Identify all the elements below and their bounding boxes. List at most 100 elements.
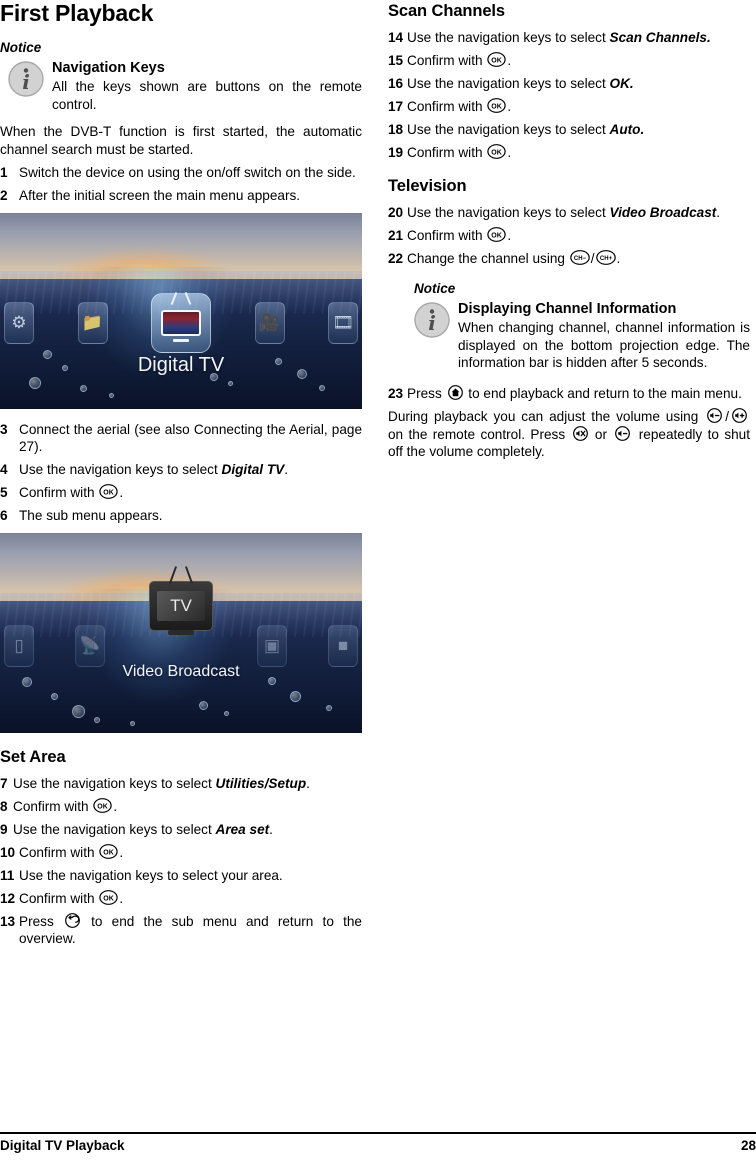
screenshot-caption: Digital TV [137, 353, 225, 376]
list-item: 1 Switch the device on using the on/off … [0, 164, 362, 182]
notice-label-right: Notice [414, 281, 456, 296]
list-item: 22 Change the channel using CH− / CH+. [388, 249, 750, 268]
list-item: 4 Use the navigation keys to select Digi… [0, 461, 362, 479]
step-text-tail: . [507, 145, 512, 160]
footer-page-number: 28 [740, 1138, 756, 1153]
svg-text:OK: OK [98, 803, 109, 810]
step-number: 2 [0, 188, 8, 203]
step-text: Change the channel using CH− / CH+. [407, 249, 750, 268]
ok-key-icon: OK [487, 144, 507, 159]
step-text-lead: Confirm with [407, 227, 487, 243]
step-text-tail: . [616, 250, 621, 266]
ok-key-icon: OK [487, 98, 507, 113]
page-footer: Digital TV Playback 28 [0, 1132, 756, 1153]
settings-icon[interactable]: ⚙ [4, 302, 34, 345]
step-text-lead: Confirm with [407, 53, 487, 68]
list-item: 21 Confirm with OK. [388, 226, 750, 245]
notice-label-left: Notice [0, 40, 42, 55]
digital-tv-icon[interactable] [151, 293, 211, 354]
step-keyword: Digital TV [221, 462, 285, 477]
step-text: Confirm with OK. [407, 52, 750, 70]
notice-box-navigation-keys: i Navigation Keys All the keys shown are… [0, 59, 362, 113]
volume-up-key-icon [730, 408, 749, 423]
notice-heading: Navigation Keys [52, 60, 165, 76]
list-item: 10 Confirm with OK. [0, 843, 362, 862]
step-text: Confirm with OK. [407, 226, 750, 245]
step-number: 23 [388, 385, 404, 401]
step-text-lead: Confirm with [407, 99, 487, 114]
list-item: 7 Use the navigation keys to select Util… [0, 775, 362, 793]
step-number: 3 [0, 421, 8, 437]
key-separator: / [725, 409, 729, 424]
step-number: 1 [0, 165, 8, 180]
ok-key-icon: OK [99, 484, 119, 499]
step-text-tail: . [269, 821, 273, 837]
svg-text:OK: OK [492, 149, 503, 156]
step-keyword: Scan Channels. [609, 30, 711, 45]
ch-minus-key-icon: CH− [569, 249, 590, 265]
media-icon[interactable]: 🎥 [254, 302, 285, 345]
step-number: 8 [0, 798, 8, 814]
step-text-tail: . [119, 890, 124, 906]
film-strip-icon[interactable]: 🎞 [328, 302, 358, 345]
step-keyword: Auto. [609, 122, 645, 137]
section-heading-scan-channels: Scan Channels [388, 2, 505, 20]
svg-text:CH−: CH− [574, 256, 587, 262]
list-item: 11 Use the navigation keys to select you… [0, 867, 362, 885]
ok-key-icon: OK [99, 889, 119, 905]
step-number: 15 [388, 53, 404, 68]
step-text-tail: . [507, 99, 512, 114]
step-keyword: Video Broadcast [609, 204, 717, 220]
step-number: 13 [0, 913, 16, 929]
step-text-tail: . [306, 775, 310, 791]
step-number: 7 [0, 775, 8, 791]
list-item: 3 Connect the aerial (see also Connectin… [0, 421, 362, 456]
step-text: Use the navigation keys to select your a… [19, 867, 283, 883]
svg-text:OK: OK [492, 232, 503, 239]
step-text: Confirm with OK. [19, 484, 362, 502]
step-text: Switch the device on using the on/off sw… [19, 165, 356, 180]
notice-body: Displaying Channel Information When chan… [458, 300, 750, 372]
left-edge-icon[interactable]: ▯ [4, 624, 34, 667]
step-text-lead: Press [19, 913, 63, 929]
steps-list-1-2: 1 Switch the device on using the on/off … [0, 164, 362, 205]
list-item: 8 Confirm with OK. [0, 797, 362, 816]
ok-key-icon: OK [487, 226, 507, 242]
list-item: 16 Use the navigation keys to select OK. [388, 75, 750, 93]
home-key-icon [447, 384, 464, 400]
steps-list-3-6: 3 Connect the aerial (see also Connectin… [0, 421, 362, 525]
step-text-lead: Use the navigation keys to select [13, 821, 216, 837]
list-item: 5 Confirm with OK. [0, 484, 362, 502]
step-text-tail: . [119, 844, 124, 860]
screenshot-video-broadcast: ▯ 📡 ▣ ■ TV Video Broadcast [0, 532, 362, 733]
step-number: 10 [0, 844, 16, 860]
step-number: 20 [388, 204, 404, 220]
step-text-lead: Use the navigation keys to select [407, 76, 610, 91]
volume-paragraph: During playback you can adjust the volum… [388, 408, 750, 461]
step-text-lead: Press [407, 385, 446, 401]
video-broadcast-icon[interactable]: TV [149, 580, 213, 631]
list-item: 13 Press to end the sub menu and return … [0, 912, 362, 948]
list-item: 17 Confirm with OK. [388, 98, 750, 116]
step-text-lead: Use the navigation keys to select [19, 462, 222, 477]
list-item: 18 Use the navigation keys to select Aut… [388, 121, 750, 139]
ok-key-icon: OK [93, 797, 113, 813]
list-item: 19 Confirm with OK. [388, 144, 750, 162]
step-text-lead: Use the navigation keys to select [407, 204, 610, 220]
volume-text-part1: During playback you can adjust the volum… [388, 409, 705, 424]
antenna-icon [169, 293, 193, 305]
step-text-lead: Confirm with [13, 798, 93, 814]
svg-text:CH+: CH+ [599, 256, 612, 262]
intro-paragraph: When the DVB-T function is first started… [0, 124, 362, 157]
step-text: Confirm with OK. [407, 98, 750, 116]
recording-icon[interactable]: ▣ [257, 624, 287, 667]
step-text: The sub menu appears. [19, 508, 163, 523]
step-text-tail: to end playback and return to the main m… [464, 385, 742, 401]
right-edge-icon[interactable]: ■ [328, 624, 358, 667]
step-text-lead: Change the channel using [407, 250, 569, 266]
footer-row: Digital TV Playback 28 [0, 1138, 756, 1153]
aerial-icon[interactable]: 📡 [75, 624, 105, 667]
folder-icon[interactable]: 📁 [77, 302, 108, 345]
svg-text:i: i [428, 311, 436, 335]
step-text: Use the navigation keys to select Scan C… [407, 29, 750, 47]
